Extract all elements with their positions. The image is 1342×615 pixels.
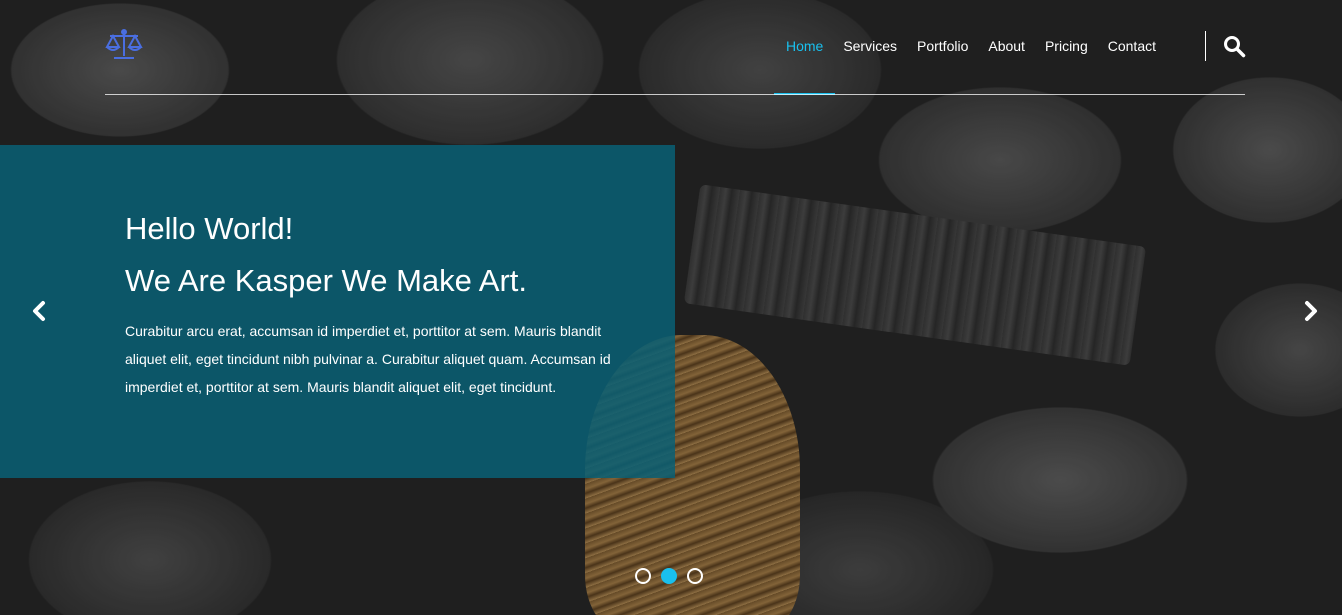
caption-line-1: Hello World! [125, 211, 294, 246]
nav-divider [1205, 31, 1206, 61]
balance-scale-icon[interactable] [105, 28, 143, 62]
caption-line-2: We Are Kasper We Make Art. [125, 263, 528, 298]
header-divider [105, 94, 1245, 95]
carousel-indicators [635, 568, 703, 584]
nav-services[interactable]: Services [833, 0, 907, 95]
caption-text: Curabitur arcu erat, accumsan id imperdi… [125, 323, 611, 395]
main-nav: Home Services Portfolio About Pricing Co… [773, 0, 1166, 95]
indicator-dot-1[interactable] [635, 568, 651, 584]
slide-caption: Hello World! We Are Kasper We Make Art. … [0, 145, 675, 478]
indicator-dot-3[interactable] [687, 568, 703, 584]
hero-slider: Home Services Portfolio About Pricing Co… [0, 0, 1342, 615]
search-icon[interactable] [1222, 34, 1246, 58]
nav-portfolio[interactable]: Portfolio [907, 0, 978, 95]
caption-heading: Hello World! We Are Kasper We Make Art. [125, 203, 527, 307]
nav-pricing[interactable]: Pricing [1035, 0, 1098, 95]
chevron-right-icon[interactable] [1300, 300, 1322, 322]
nav-contact[interactable]: Contact [1098, 0, 1166, 95]
indicator-dot-2[interactable] [661, 568, 677, 584]
chevron-left-icon[interactable] [28, 300, 50, 322]
nav-home[interactable]: Home [773, 0, 836, 95]
nav-about[interactable]: About [978, 0, 1035, 95]
